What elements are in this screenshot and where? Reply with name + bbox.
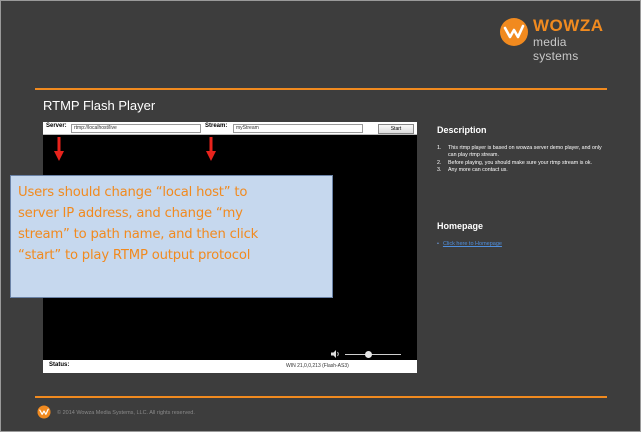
brand-tagline: media systems bbox=[533, 35, 579, 63]
list-item-text: This rtmp player is based on wowza serve… bbox=[448, 145, 602, 159]
list-item: 3. Any more can contact us. bbox=[437, 167, 605, 174]
volume-icon[interactable] bbox=[331, 350, 341, 358]
status-label: Status: bbox=[49, 362, 70, 368]
annotation-line: Users should change “local host” to bbox=[18, 185, 248, 200]
copyright-text: © 2014 Wowza Media Systems, LLC. All rig… bbox=[57, 410, 195, 416]
wowza-logo-icon bbox=[500, 18, 528, 46]
volume-slider-track[interactable] bbox=[345, 354, 401, 355]
red-arrow-icon bbox=[54, 137, 64, 161]
status-bar: Status: WIN 21,0,0,213 (Flash-AS3) bbox=[43, 360, 417, 373]
homepage-heading: Homepage bbox=[437, 221, 484, 231]
list-number: 3. bbox=[437, 167, 442, 174]
annotation-callout: Users should change “local host” to serv… bbox=[10, 175, 333, 298]
list-number: 1. bbox=[437, 145, 442, 151]
annotation-line: “start” to play RTMP output protocol bbox=[18, 248, 251, 263]
volume-slider-handle[interactable] bbox=[365, 351, 372, 358]
list-item-text: Any more can contact us. bbox=[448, 167, 508, 174]
server-input[interactable]: rtmp://localhost/live bbox=[71, 124, 201, 133]
player-controls-bar: Server: rtmp://localhost/live Stream: my… bbox=[43, 122, 417, 135]
list-item: 1. This rtmp player is based on wowza ser… bbox=[437, 145, 605, 160]
homepage-link-row: • Click here to Homepage bbox=[437, 241, 502, 247]
start-button[interactable]: Start bbox=[378, 124, 414, 134]
description-heading: Description bbox=[437, 125, 487, 135]
page-title: RTMP Flash Player bbox=[43, 98, 156, 113]
bullet-icon: • bbox=[437, 241, 439, 247]
red-arrow-icon bbox=[206, 137, 216, 161]
wowza-logo: WOWZA media systems bbox=[499, 13, 611, 63]
footer-logo-icon bbox=[37, 405, 51, 419]
server-label: Server: bbox=[46, 123, 67, 129]
header-divider bbox=[35, 88, 607, 90]
annotation-line: server IP address, and change “my bbox=[18, 206, 243, 221]
stream-input[interactable]: myStream bbox=[233, 124, 363, 133]
list-number: 2. bbox=[437, 159, 442, 166]
homepage-link[interactable]: Click here to Homepage bbox=[443, 241, 502, 247]
stream-label: Stream: bbox=[205, 123, 228, 129]
brand-name: WOWZA bbox=[533, 16, 604, 35]
flash-version-text: WIN 21,0,0,213 (Flash-AS3) bbox=[286, 363, 349, 369]
description-list: 1. This rtmp player is based on wowza ser… bbox=[437, 145, 605, 175]
list-item: 2. Before playing, you should make sure y… bbox=[437, 160, 605, 167]
footer-divider bbox=[35, 396, 607, 398]
page-frame: WOWZA media systems RTMP Flash Player Se… bbox=[0, 0, 641, 432]
list-item-text: Before playing, you should make sure you… bbox=[448, 159, 592, 166]
annotation-line: stream” to path name, and then click bbox=[18, 227, 259, 242]
